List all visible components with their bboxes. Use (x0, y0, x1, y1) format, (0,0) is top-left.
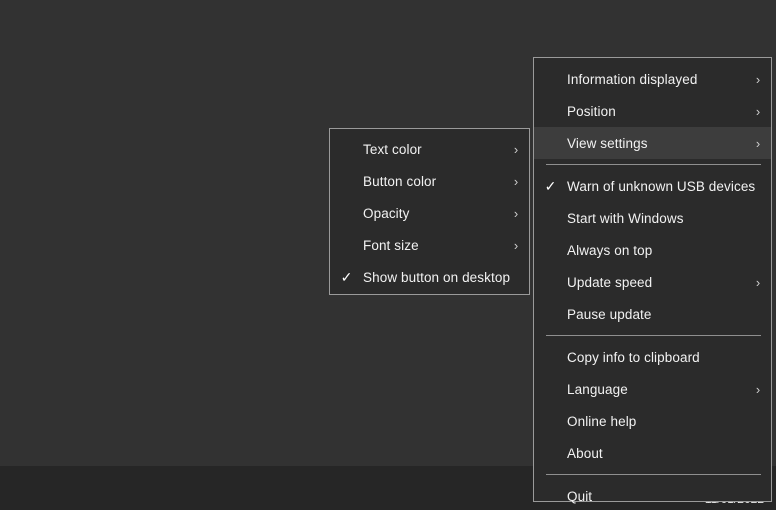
sub-menu-text-color[interactable]: Text color› (330, 133, 529, 165)
menu-item-label: Online help (567, 414, 745, 429)
main-menu-information-displayed[interactable]: Information displayed› (534, 63, 771, 95)
menu-item-label: Language (567, 382, 745, 397)
chevron-right-icon: › (503, 238, 529, 253)
menu-separator (546, 474, 761, 475)
check-icon: ✓ (534, 179, 567, 193)
menu-item-label: Update speed (567, 275, 745, 290)
menu-item-label: Information displayed (567, 72, 745, 87)
sub-menu-button-color[interactable]: Button color› (330, 165, 529, 197)
main-menu-quit[interactable]: Quit (534, 480, 771, 510)
main-menu-copy-info-to-clipboard[interactable]: Copy info to clipboard (534, 341, 771, 373)
sub-menu-show-button-on-desktop[interactable]: ✓Show button on desktop (330, 261, 529, 293)
chevron-right-icon: › (503, 206, 529, 221)
menu-separator (546, 335, 761, 336)
menu-item-label: Pause update (567, 307, 745, 322)
main-menu-view-settings[interactable]: View settings› (534, 127, 771, 159)
menu-item-label: Quit (567, 489, 745, 504)
screen-root: ∧ 🔊 11/01/2022 Text color›Button color›O… (0, 0, 776, 510)
check-icon: ✓ (330, 270, 363, 284)
view-settings-submenu: Text color›Button color›Opacity›Font siz… (329, 128, 530, 295)
chevron-right-icon: › (503, 174, 529, 189)
menu-item-label: Opacity (363, 206, 503, 221)
menu-separator (546, 164, 761, 165)
menu-item-label: Warn of unknown USB devices (567, 179, 755, 194)
menu-item-label: Font size (363, 238, 503, 253)
main-menu-pause-update[interactable]: Pause update (534, 298, 771, 330)
menu-item-label: Show button on desktop (363, 270, 510, 285)
menu-item-label: Copy info to clipboard (567, 350, 745, 365)
sub-menu-opacity[interactable]: Opacity› (330, 197, 529, 229)
chevron-right-icon: › (745, 382, 771, 397)
menu-item-label: Button color (363, 174, 503, 189)
chevron-right-icon: › (745, 104, 771, 119)
main-menu-warn-of-unknown-usb-devices[interactable]: ✓Warn of unknown USB devices (534, 170, 771, 202)
menu-item-label: Position (567, 104, 745, 119)
main-menu-position[interactable]: Position› (534, 95, 771, 127)
menu-item-label: Always on top (567, 243, 745, 258)
chevron-right-icon: › (745, 136, 771, 151)
tray-context-menu: Information displayed›Position›View sett… (533, 57, 772, 502)
sub-menu-font-size[interactable]: Font size› (330, 229, 529, 261)
chevron-right-icon: › (745, 72, 771, 87)
menu-item-label: View settings (567, 136, 745, 151)
main-menu-update-speed[interactable]: Update speed› (534, 266, 771, 298)
menu-item-label: Text color (363, 142, 503, 157)
submenu-item-list: Text color›Button color›Opacity›Font siz… (330, 133, 529, 293)
main-menu-online-help[interactable]: Online help (534, 405, 771, 437)
chevron-right-icon: › (503, 142, 529, 157)
main-menu-start-with-windows[interactable]: Start with Windows (534, 202, 771, 234)
main-menu-about[interactable]: About (534, 437, 771, 469)
menu-item-label: About (567, 446, 745, 461)
menu-item-label: Start with Windows (567, 211, 745, 226)
menu-item-list: Information displayed›Position›View sett… (534, 63, 771, 510)
main-menu-language[interactable]: Language› (534, 373, 771, 405)
main-menu-always-on-top[interactable]: Always on top (534, 234, 771, 266)
chevron-right-icon: › (745, 275, 771, 290)
